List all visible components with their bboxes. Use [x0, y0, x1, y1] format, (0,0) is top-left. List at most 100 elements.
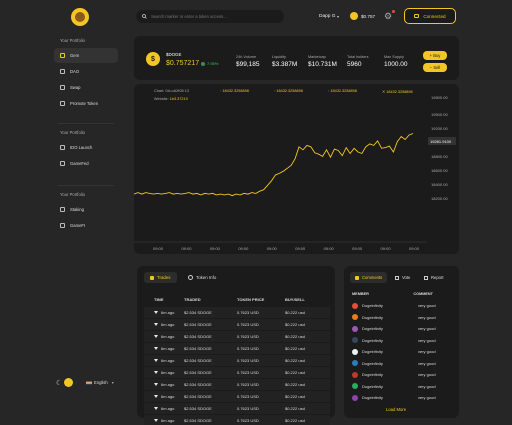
- y-tick-label: 19800.00: [431, 95, 448, 100]
- sidebar-item-gamefed[interactable]: GameFed: [54, 156, 118, 171]
- avatar: [352, 314, 358, 321]
- buy-button[interactable]: + Buy: [423, 51, 447, 60]
- arrow-down-icon: [154, 383, 158, 387]
- table-row[interactable]: 6m ago $2.534 SDOGE 0.7623 USD $0.222 usd: [144, 367, 330, 378]
- tab-trades[interactable]: Trades: [144, 272, 177, 283]
- list-item: Dogeinfinity very good: [352, 323, 452, 335]
- arrow-down-icon: [154, 347, 158, 351]
- list-item: Dogeinfinity very good: [352, 335, 452, 347]
- chevron-down-icon[interactable]: ▾: [337, 14, 339, 19]
- sell-button[interactable]: − Sell: [423, 63, 447, 72]
- tab-report[interactable]: Report: [424, 272, 444, 283]
- table-row[interactable]: 6m ago $2.534 SDOGE 0.7623 USD $0.222 usd: [144, 331, 330, 342]
- app-name: Dapp G: [319, 14, 336, 19]
- tab-vote[interactable]: Vote: [395, 272, 410, 283]
- logo[interactable]: [71, 8, 89, 26]
- x-tick-label: 09:00: [238, 246, 249, 251]
- arrow-down-icon: [154, 323, 158, 327]
- table-row[interactable]: 6m ago $2.534 SDOGE 0.7623 USD $0.222 usd: [144, 343, 330, 354]
- stat-max-supply: Max Supply 1000.00: [384, 55, 408, 68]
- y-tick-label: 18800.00: [431, 154, 448, 159]
- price-series-line: [134, 133, 414, 197]
- avatar: [352, 383, 358, 390]
- table-row[interactable]: 6m ago $2.534 SDOGE 0.7623 USD $0.222 usd: [144, 391, 330, 402]
- staking-icon: [60, 207, 65, 212]
- stat-holders: Total holders 5960: [347, 55, 369, 68]
- load-more-link[interactable]: Load More: [386, 407, 406, 412]
- dao-icon: [60, 69, 65, 74]
- table-row[interactable]: 6m ago $2.534 SDOGE 0.7623 USD $0.222 usd: [144, 307, 330, 318]
- sidebar-section-title: Your Portfolio: [60, 130, 85, 135]
- list-item: Dogeinfinity very good: [352, 369, 452, 381]
- tab-comments[interactable]: Comments: [350, 272, 388, 283]
- arrow-down-icon: [154, 359, 158, 363]
- theme-toggle[interactable]: ☾: [56, 378, 74, 387]
- table-row[interactable]: 6m ago $2.534 SDOGE 0.7623 USD $0.222 usd: [144, 319, 330, 330]
- y-tick-label: 19200.00: [431, 126, 448, 131]
- current-value-label: 19281.9100: [430, 139, 452, 144]
- comments-header: MEMBER COMMENT: [352, 292, 433, 296]
- swap-icon: [60, 85, 65, 90]
- x-tick-label: 09:00: [409, 246, 420, 251]
- tab-token-info[interactable]: Token Info: [188, 272, 216, 283]
- search-icon: [142, 14, 147, 19]
- stat-marketcap: Marketcap $10.731M: [308, 55, 337, 68]
- arrow-down-icon: [154, 311, 158, 315]
- comments-list: Dogeinfinity very good Dogeinfinity very go…: [352, 300, 452, 404]
- sidebar-item-gamefi[interactable]: GameFI: [54, 218, 118, 233]
- token-coin-icon: $: [146, 52, 160, 66]
- trades-icon: [150, 275, 154, 280]
- sidebar-section-title: Your Portfolio: [60, 38, 85, 43]
- arrow-down-icon: [154, 371, 158, 375]
- sidebar-item-ido-launch[interactable]: IDO Launch: [54, 140, 118, 155]
- moon-icon: ☾: [56, 379, 63, 387]
- trades-table-body: 6m ago $2.534 SDOGE 0.7623 USD $0.222 usd 6m…: [144, 307, 330, 425]
- table-row[interactable]: 6m ago $2.534 SDOGE 0.7623 USD $0.222 usd: [144, 403, 330, 414]
- gamepad-icon: [60, 161, 65, 166]
- avatar: [352, 302, 358, 309]
- x-tick-label: 09:00: [381, 246, 392, 251]
- y-tick-label: 18600.00: [431, 168, 448, 173]
- table-row[interactable]: 6m ago $2.534 SDOGE 0.7623 USD $0.222 usd: [144, 415, 330, 425]
- report-icon: [424, 275, 428, 280]
- arrow-down-icon: [154, 419, 158, 423]
- notification-dot: [392, 10, 395, 13]
- list-item: Dogeinfinity very good: [352, 381, 452, 393]
- price-chart[interactable]: 19800.0019500.0019200.0019000.0018800.00…: [134, 84, 459, 254]
- gamefi-icon: [60, 223, 65, 228]
- y-tick-label: 18200.00: [431, 196, 448, 201]
- info-icon: [188, 275, 193, 280]
- balance-coin-icon: [350, 12, 358, 20]
- sidebar-item-promote-token[interactable]: Promote Token: [54, 96, 118, 111]
- connect-label: Connected: [423, 13, 446, 19]
- search-bar[interactable]: [136, 10, 284, 23]
- sidebar-item-staking[interactable]: Staking: [54, 202, 118, 217]
- table-row[interactable]: 6m ago $2.534 SDOGE 0.7623 USD $0.222 usd: [144, 379, 330, 390]
- trades-table-header: TIME TRADED TOKEN PRICE BUY/SELL: [154, 297, 305, 302]
- chevron-down-icon: ▾: [111, 380, 114, 385]
- language-selector[interactable]: English ▾: [86, 380, 114, 385]
- search-input[interactable]: [151, 14, 281, 19]
- avatar: [352, 348, 358, 355]
- gem-icon: [60, 53, 65, 58]
- settings-icon[interactable]: ⚙: [384, 11, 392, 22]
- price-change: 7.95%: [201, 61, 218, 66]
- vote-icon: [395, 275, 399, 280]
- arrow-down-icon: [154, 395, 158, 399]
- arrow-down-icon: [154, 335, 158, 339]
- list-item: Dogeinfinity very good: [352, 300, 452, 312]
- avatar: [352, 371, 358, 378]
- table-row[interactable]: 6m ago $2.534 SDOGE 0.7623 USD $0.222 usd: [144, 355, 330, 366]
- x-tick-label: 09:00: [153, 246, 164, 251]
- sidebar-item-dao[interactable]: DAO: [54, 64, 118, 79]
- change-badge-icon: [201, 61, 205, 66]
- stat-volume: 24h Volume $99,185: [236, 55, 260, 68]
- list-item: Dogeinfinity very good: [352, 358, 452, 370]
- y-tick-label: 18400.00: [431, 182, 448, 187]
- token-symbol: $DOGE: [166, 52, 182, 57]
- sidebar-item-swap[interactable]: Swap: [54, 80, 118, 95]
- sidebar: Your Portfolio Gem DAO Swap Promote Toke…: [54, 38, 118, 234]
- comment-icon: [355, 275, 359, 280]
- sidebar-item-gem[interactable]: Gem: [54, 48, 118, 63]
- connect-button[interactable]: Connected: [404, 8, 456, 24]
